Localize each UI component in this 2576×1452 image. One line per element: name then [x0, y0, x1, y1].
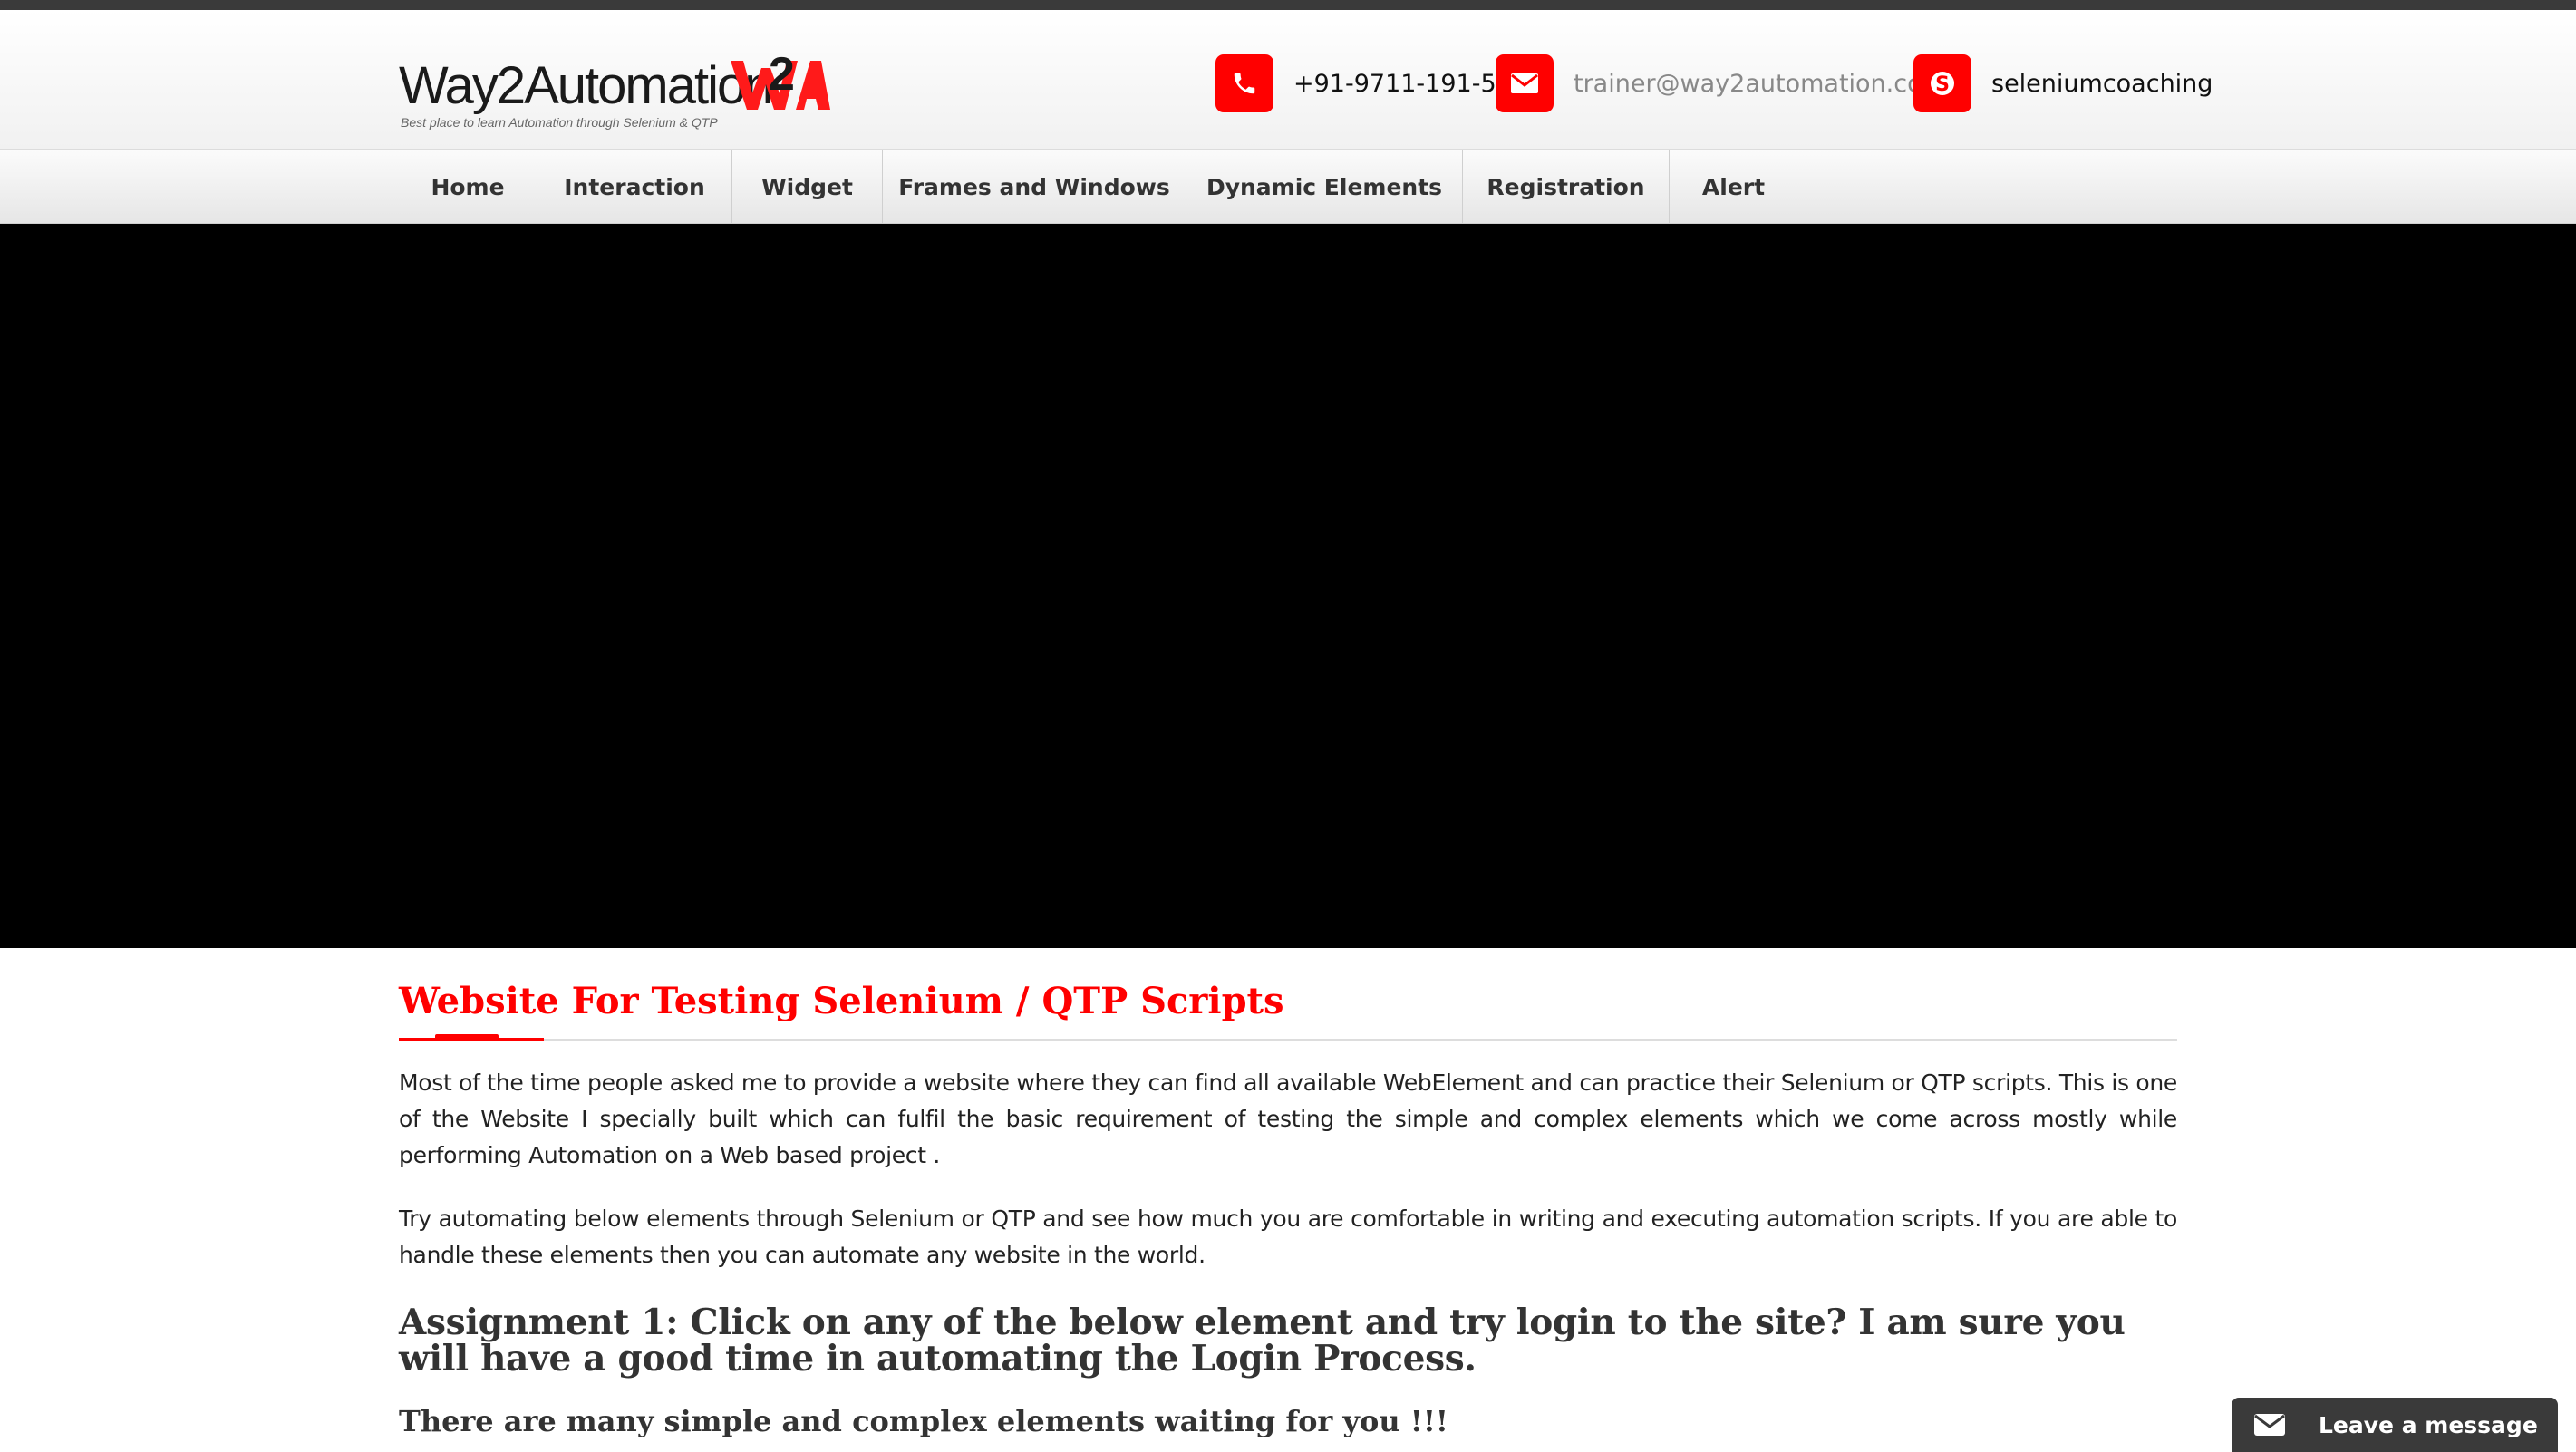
page-title: Website For Testing Selenium / QTP Scrip…: [399, 980, 1284, 1022]
svg-text:S: S: [1935, 73, 1950, 96]
email-address: trainer@way2automation.com: [1574, 69, 1946, 98]
site-header: Way2Automation 2 Best place to learn Aut…: [0, 10, 2576, 150]
nav-alert[interactable]: Alert: [1670, 150, 1797, 223]
hero-banner: [0, 224, 2576, 948]
phone-number: +91-9711-191-558: [1293, 69, 1527, 98]
elements-subheading: There are many simple and complex elemen…: [399, 1404, 1448, 1438]
envelope-icon: [1496, 54, 1554, 112]
w2a-logo-mark: 2: [731, 48, 830, 110]
nav-widget[interactable]: Widget: [732, 150, 883, 223]
nav-home[interactable]: Home: [399, 150, 537, 223]
intro-paragraph: Most of the time people asked me to prov…: [399, 1070, 2177, 1168]
nav-registration[interactable]: Registration: [1463, 150, 1670, 223]
leave-message-label: Leave a message: [2319, 1411, 2538, 1438]
email-contact[interactable]: trainer@way2automation.com: [1496, 53, 1946, 113]
logo-name: Way2Automation: [399, 56, 774, 115]
leave-message-button[interactable]: Leave a message: [2232, 1398, 2558, 1452]
logo-tagline: Best place to learn Automation through S…: [401, 115, 718, 130]
title-underline: [399, 1034, 2177, 1041]
nav-dynamic-elements[interactable]: Dynamic Elements: [1186, 150, 1463, 223]
main-content: Website For Testing Selenium / QTP Scrip…: [399, 970, 2177, 1438]
nav-frames-and-windows[interactable]: Frames and Windows: [883, 150, 1186, 223]
skype-id: seleniumcoaching: [1991, 69, 2213, 98]
envelope-icon: [2254, 1414, 2285, 1436]
main-nav: Home Interaction Widget Frames and Windo…: [0, 150, 2576, 224]
skype-contact[interactable]: S seleniumcoaching: [1913, 53, 2213, 113]
phone-contact[interactable]: +91-9711-191-558: [1215, 53, 1527, 113]
top-strip: [0, 0, 2576, 10]
nav-interaction[interactable]: Interaction: [537, 150, 732, 223]
assignment-heading: Assignment 1: Click on any of the below …: [399, 1302, 2126, 1379]
instruction-paragraph: Try automating below elements through Se…: [399, 1205, 2177, 1268]
phone-icon: [1215, 54, 1273, 112]
svg-text:2: 2: [769, 48, 795, 101]
skype-icon: S: [1913, 54, 1971, 112]
site-logo[interactable]: Way2Automation 2 Best place to learn Aut…: [399, 48, 834, 130]
